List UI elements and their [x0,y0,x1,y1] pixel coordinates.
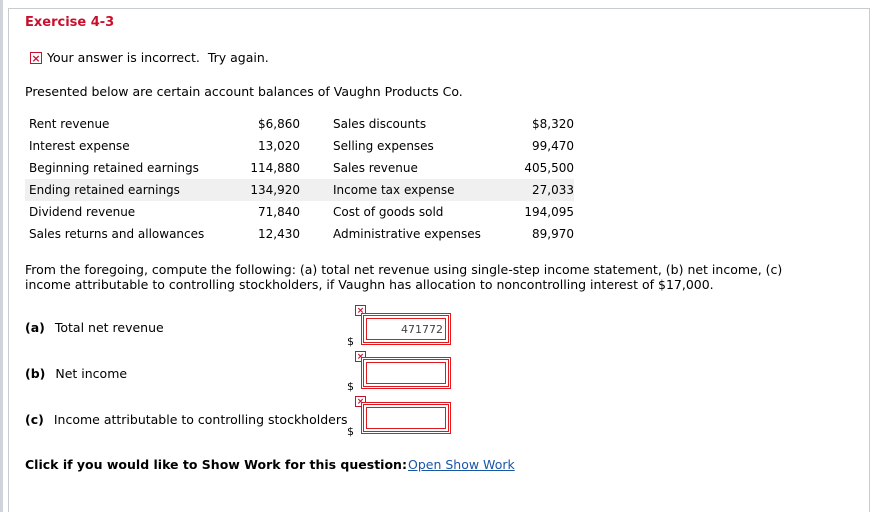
account-value: 13,020 [258,139,300,153]
currency-symbol: $ [347,335,354,348]
answer-box-a [361,313,451,345]
table-row: Sales returns and allowances 12,430 Admi… [25,223,574,245]
account-label: Cost of goods sold [333,205,444,219]
answer-label: Total net revenue [54,320,164,335]
account-value: 114,880 [250,161,300,175]
account-value: 405,500 [524,161,574,175]
account-value: $6,860 [258,117,300,131]
open-show-work-link[interactable]: Open Show Work [408,457,515,472]
account-label: Income tax expense [333,179,505,201]
account-label: Administrative expenses [333,227,481,241]
answer-letter: (a) [25,320,45,335]
account-label: Interest expense [29,139,130,153]
question-text: From the foregoing, compute the followin… [25,262,783,292]
account-label: Sales revenue [333,161,418,175]
exercise-title: Exercise 4-3 [25,15,115,30]
currency-symbol: $ [347,380,354,393]
account-label: Ending retained earnings [25,179,234,201]
answer-letter: (b) [25,366,46,381]
account-label: Dividend revenue [29,205,136,219]
account-label: Beginning retained earnings [29,161,199,175]
account-value: 71,840 [258,205,300,219]
feedback-message: × Your answer is incorrect. Try again. [30,50,269,65]
account-value: 27,033 [505,179,574,201]
table-row: Beginning retained earnings 114,880 Sale… [25,157,574,179]
account-value: 89,970 [532,227,574,241]
answer-letter: (c) [25,412,44,427]
error-x-icon: × [30,51,42,65]
account-value: $8,320 [532,117,574,131]
intro-text: Presented below are certain account bala… [25,84,463,99]
answer-row-a: (a) Total net revenue [25,320,164,335]
controlling-income-input[interactable] [366,407,446,429]
account-label: Rent revenue [29,117,110,131]
total-net-revenue-input[interactable] [366,318,446,340]
answer-box-c [361,402,451,434]
account-value: 12,430 [258,227,300,241]
table-row: Ending retained earnings 134,920 Income … [25,179,574,201]
answer-box-b [361,357,451,389]
table-row: Interest expense 13,020 Selling expenses… [25,135,574,157]
account-label: Sales discounts [333,117,427,131]
net-income-input[interactable] [366,362,446,384]
account-balances-table: Rent revenue $6,860 Sales discounts $8,3… [25,113,574,245]
show-work-prompt: Click if you would like to Show Work for… [25,457,407,472]
feedback-text: Your answer is incorrect. Try again. [47,50,269,65]
answer-label: Income attributable to controlling stock… [53,412,348,427]
account-value: 134,920 [234,179,300,201]
account-value: 194,095 [524,205,574,219]
account-label: Sales returns and allowances [29,227,205,241]
page-left-border [0,0,3,512]
currency-symbol: $ [347,425,354,438]
account-value: 99,470 [532,139,574,153]
table-row: Dividend revenue 71,840 Cost of goods so… [25,201,574,223]
answer-row-b: (b) Net income [25,366,127,381]
account-label: Selling expenses [333,139,434,153]
answer-row-c: (c) Income attributable to controlling st… [25,412,348,427]
answer-label: Net income [55,366,128,381]
table-row: Rent revenue $6,860 Sales discounts $8,3… [25,113,574,135]
